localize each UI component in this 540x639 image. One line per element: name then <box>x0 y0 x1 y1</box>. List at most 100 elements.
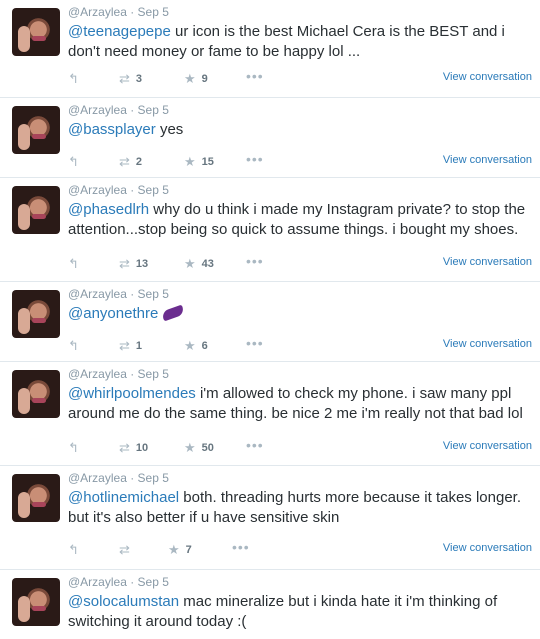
favorite-count: 50 <box>201 442 214 454</box>
retweet-button[interactable]: ⇄ 13 <box>119 256 148 272</box>
view-conversation-link[interactable]: View conversation <box>443 440 532 452</box>
reply-icon: ↰ <box>68 542 79 557</box>
reply-icon: ↰ <box>68 154 79 169</box>
reply-button[interactable]: ↰ <box>68 440 85 456</box>
tweet-actions: ↰ ⇄ ★ 7 ••• View conversation <box>68 540 532 558</box>
tweet-item[interactable]: @Arzaylea · Sep 5 @teenagepepe ur icon i… <box>0 0 540 98</box>
mention-link[interactable]: @solocalumstan <box>68 593 179 610</box>
avatar[interactable] <box>12 578 60 626</box>
retweet-button[interactable]: ⇄ 10 <box>119 440 148 456</box>
mention-link[interactable]: @whirlpoolmendes <box>68 385 196 402</box>
favorite-button[interactable]: ★ 43 <box>184 256 214 272</box>
reply-button[interactable]: ↰ <box>68 154 85 170</box>
avatar[interactable] <box>12 8 60 56</box>
view-conversation-link[interactable]: View conversation <box>443 338 532 350</box>
more-button[interactable]: ••• <box>246 335 264 351</box>
tweet-item[interactable]: @Arzaylea · Sep 5 @whirlpoolmendes i'm a… <box>0 362 540 466</box>
tweet-item[interactable]: @Arzaylea · Sep 5 @hotlinemichael both. … <box>0 466 540 570</box>
favorite-count: 6 <box>201 340 208 352</box>
retweet-button[interactable]: ⇄ 1 <box>119 338 142 354</box>
tweet-item[interactable]: @Arzaylea · Sep 5 @solocalumstan mac min… <box>0 570 540 639</box>
avatar[interactable] <box>12 290 60 338</box>
more-button[interactable]: ••• <box>246 253 264 269</box>
tweet-text: @bassplayer yes <box>68 120 532 140</box>
star-icon: ★ <box>184 256 196 271</box>
more-button[interactable]: ••• <box>246 438 264 452</box>
reply-icon: ↰ <box>68 338 79 353</box>
eggplant-emoji-icon <box>161 304 186 322</box>
more-button[interactable]: ••• <box>232 540 250 554</box>
tweet-actions: ↰ ⇄ 10 ★ 50 ••• View conversation <box>68 438 532 456</box>
star-icon: ★ <box>184 338 196 353</box>
star-icon: ★ <box>184 154 196 169</box>
favorite-count: 7 <box>185 544 192 556</box>
tweet-item[interactable]: @Arzaylea · Sep 5 @anyonethre ↰ ⇄ 1 ★ 6 ••… <box>0 282 540 362</box>
reply-button[interactable]: ↰ <box>68 338 85 354</box>
tweet-header: @Arzaylea · Sep 5 <box>68 471 169 485</box>
favorite-count: 43 <box>201 258 214 270</box>
retweet-icon: ⇄ <box>119 440 130 455</box>
tweet-header: @Arzaylea · Sep 5 <box>68 287 169 301</box>
star-icon: ★ <box>184 440 196 455</box>
reply-button[interactable]: ↰ <box>68 71 85 87</box>
view-conversation-link[interactable]: View conversation <box>443 542 532 554</box>
mention-link[interactable]: @phasedlrh <box>68 201 149 218</box>
retweet-count: 3 <box>135 73 143 85</box>
favorite-button[interactable]: ★ 15 <box>184 154 214 170</box>
avatar[interactable] <box>12 474 60 522</box>
retweet-icon: ⇄ <box>119 71 130 86</box>
tweet-text: @whirlpoolmendes i'm allowed to check my… <box>68 384 532 424</box>
more-icon: ••• <box>246 68 264 84</box>
mention-link[interactable]: @teenagepepe <box>68 23 171 40</box>
tweet-item[interactable]: @Arzaylea · Sep 5 @bassplayer yes ↰ ⇄ 2 ★… <box>0 98 540 178</box>
avatar[interactable] <box>12 106 60 154</box>
reply-icon: ↰ <box>68 440 79 455</box>
tweet-header: @Arzaylea · Sep 5 <box>68 183 169 197</box>
mention-link[interactable]: @bassplayer <box>68 121 156 138</box>
tweet-header: @Arzaylea · Sep 5 <box>68 575 169 589</box>
view-conversation-link[interactable]: View conversation <box>443 154 532 166</box>
avatar[interactable] <box>12 370 60 418</box>
retweet-icon: ⇄ <box>119 154 130 169</box>
favorite-button[interactable]: ★ 7 <box>168 542 192 558</box>
more-icon: ••• <box>246 335 264 351</box>
more-button[interactable]: ••• <box>246 68 264 84</box>
favorite-button[interactable]: ★ 9 <box>184 71 208 87</box>
view-conversation-link[interactable]: View conversation <box>443 71 532 83</box>
tweet-actions: ↰ ⇄ 2 ★ 15 ••• View conversation <box>68 151 532 170</box>
retweet-icon: ⇄ <box>119 542 130 557</box>
tweet-actions: ↰ ⇄ 1 ★ 6 ••• View conversation <box>68 335 532 354</box>
tweet-actions: ↰ ⇄ 13 ★ 43 ••• View conversation <box>68 253 532 272</box>
avatar[interactable] <box>12 186 60 234</box>
retweet-button[interactable]: ⇄ 3 <box>119 71 142 87</box>
star-icon: ★ <box>184 71 196 86</box>
retweet-count: 1 <box>135 340 143 352</box>
favorite-button[interactable]: ★ 50 <box>184 440 214 456</box>
tweet-header: @Arzaylea · Sep 5 <box>68 5 169 19</box>
retweet-count: 13 <box>135 258 149 270</box>
reply-button[interactable]: ↰ <box>68 256 85 272</box>
retweet-count: 2 <box>135 156 143 168</box>
reply-icon: ↰ <box>68 256 79 271</box>
tweet-item[interactable]: @Arzaylea · Sep 5 @phasedlrh why do u th… <box>0 178 540 282</box>
tweet-actions: ↰ ⇄ 3 ★ 9 ••• View conversation <box>68 68 532 87</box>
retweet-button[interactable]: ⇄ 2 <box>119 154 142 170</box>
mention-link[interactable]: @anyonethre <box>68 305 158 322</box>
retweet-button[interactable]: ⇄ <box>119 542 136 558</box>
favorite-button[interactable]: ★ 6 <box>184 338 208 354</box>
tweet-text: @hotlinemichael both. threading hurts mo… <box>68 488 532 528</box>
tweet-text: @phasedlrh why do u think i made my Inst… <box>68 200 532 240</box>
more-icon: ••• <box>246 253 264 269</box>
reply-icon: ↰ <box>68 71 79 86</box>
view-conversation-link[interactable]: View conversation <box>443 256 532 268</box>
mention-link[interactable]: @hotlinemichael <box>68 489 179 506</box>
tweet-body: yes <box>155 121 184 138</box>
reply-button[interactable]: ↰ <box>68 542 85 558</box>
star-icon: ★ <box>168 542 180 557</box>
tweet-header: @Arzaylea · Sep 5 <box>68 367 169 381</box>
favorite-count: 15 <box>201 156 214 168</box>
tweet-text: @teenagepepe ur icon is the best Michael… <box>68 22 532 62</box>
more-icon: ••• <box>246 151 264 167</box>
timeline: @Arzaylea · Sep 5 @teenagepepe ur icon i… <box>0 0 540 639</box>
more-button[interactable]: ••• <box>246 151 264 167</box>
